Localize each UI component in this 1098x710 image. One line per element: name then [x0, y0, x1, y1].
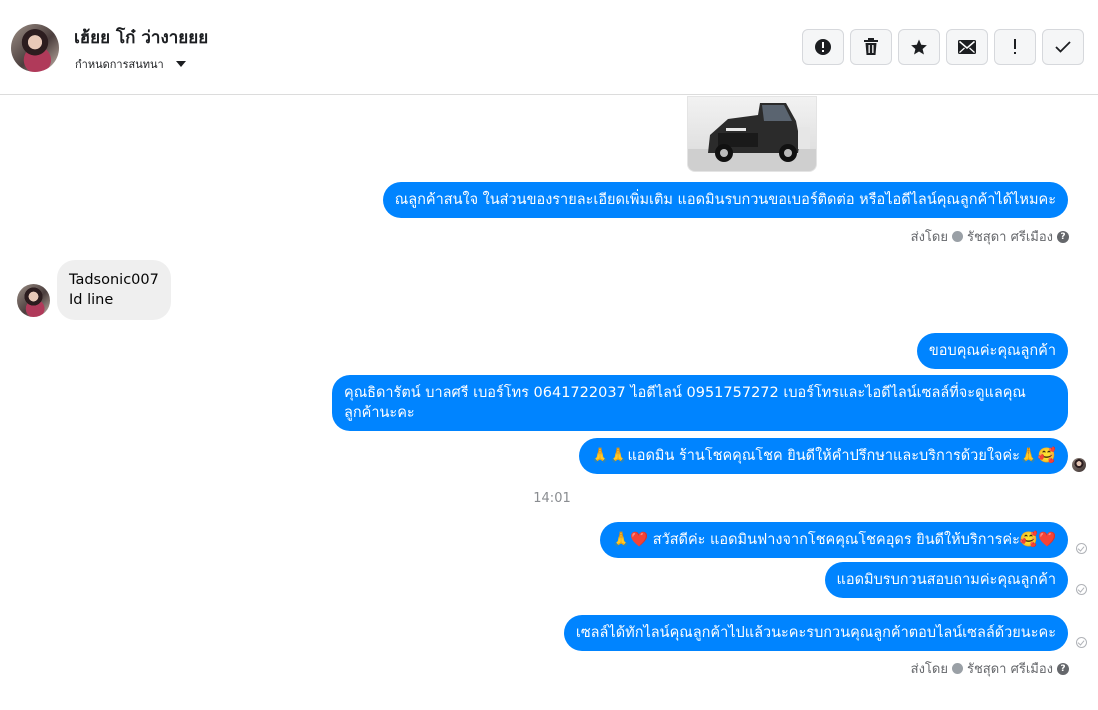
- contact-avatar[interactable]: [11, 24, 59, 72]
- follow-up-button[interactable]: [994, 29, 1036, 65]
- exclamation-icon: [1014, 39, 1016, 54]
- contact-avatar-small[interactable]: [17, 284, 50, 317]
- contact-name[interactable]: เฮ้ยย โก๋ ว่างายยย: [74, 24, 208, 51]
- agent-icon: [951, 231, 963, 242]
- delivered-check-icon: [1076, 637, 1087, 648]
- timestamp-separator: 14:01: [533, 491, 571, 506]
- seen-avatar: [1072, 458, 1086, 472]
- spam-report-button[interactable]: [802, 29, 844, 65]
- agent-icon: [951, 663, 963, 674]
- caret-down-icon: [175, 61, 186, 67]
- outgoing-message[interactable]: เซลล์ได้ทักไลน์คุณลูกค้าไปแล้วนะคะรบกวนค…: [563, 615, 1068, 651]
- truck-photo-attachment[interactable]: [687, 96, 817, 172]
- outgoing-message[interactable]: ขอบคุณค่ะคุณลูกค้า: [916, 333, 1068, 369]
- incoming-message[interactable]: Tadsonic007 Id line: [57, 260, 171, 320]
- message-thread[interactable]: ณลูกค้าสนใจ ในส่วนของรายละเอียดเพิ่มเติม…: [0, 96, 1098, 710]
- outgoing-message[interactable]: 🙏❤️ สวัสดีค่ะ แอดมินฟางจากโชคคุณโชคอุดร …: [599, 522, 1068, 558]
- assign-conversation-dropdown[interactable]: กำหนดการสนทนา: [75, 55, 186, 73]
- pickup-truck-image: [688, 103, 816, 171]
- outgoing-message[interactable]: ณลูกค้าสนใจ ในส่วนของรายละเอียดเพิ่มเติม…: [382, 182, 1068, 218]
- help-icon[interactable]: ?: [1057, 662, 1069, 675]
- agent-name[interactable]: รัชสุดา ศรีเมือง: [967, 658, 1053, 679]
- agent-name[interactable]: รัชสุดา ศรีเมือง: [967, 226, 1053, 247]
- mark-unread-button[interactable]: [946, 29, 988, 65]
- outgoing-message[interactable]: คุณธิดารัตน์ บาลศรี เบอร์โทร 0641722037 …: [332, 375, 1068, 431]
- delivered-check-icon: [1076, 543, 1087, 554]
- trash-icon: [864, 38, 878, 55]
- outgoing-message[interactable]: 🙏🙏แอดมิน ร้านโชคคุณโชค ยินดีให้คำปรึกษาแ…: [579, 438, 1068, 474]
- envelope-icon: [958, 40, 976, 54]
- star-button[interactable]: [898, 29, 940, 65]
- mark-done-button[interactable]: [1042, 29, 1084, 65]
- delivered-check-icon: [1076, 584, 1087, 595]
- outgoing-message[interactable]: แอดมิบรบกวนสอบถามค่ะคุณลูกค้า: [824, 562, 1068, 598]
- sent-by-label: ส่งโดย รัชสุดา ศรีเมือง ?: [911, 226, 1069, 247]
- delete-button[interactable]: [850, 29, 892, 65]
- check-icon: [1055, 41, 1071, 53]
- conversation-header: เฮ้ยย โก๋ ว่างายยย กำหนดการสนทนา: [0, 0, 1098, 95]
- star-icon: [911, 39, 927, 55]
- help-icon[interactable]: ?: [1057, 230, 1069, 243]
- assign-label: กำหนดการสนทนา: [75, 58, 164, 71]
- sent-by-label: ส่งโดย รัชสุดา ศรีเมือง ?: [911, 658, 1069, 679]
- header-actions: [802, 29, 1084, 65]
- alert-circle-icon: [815, 39, 831, 55]
